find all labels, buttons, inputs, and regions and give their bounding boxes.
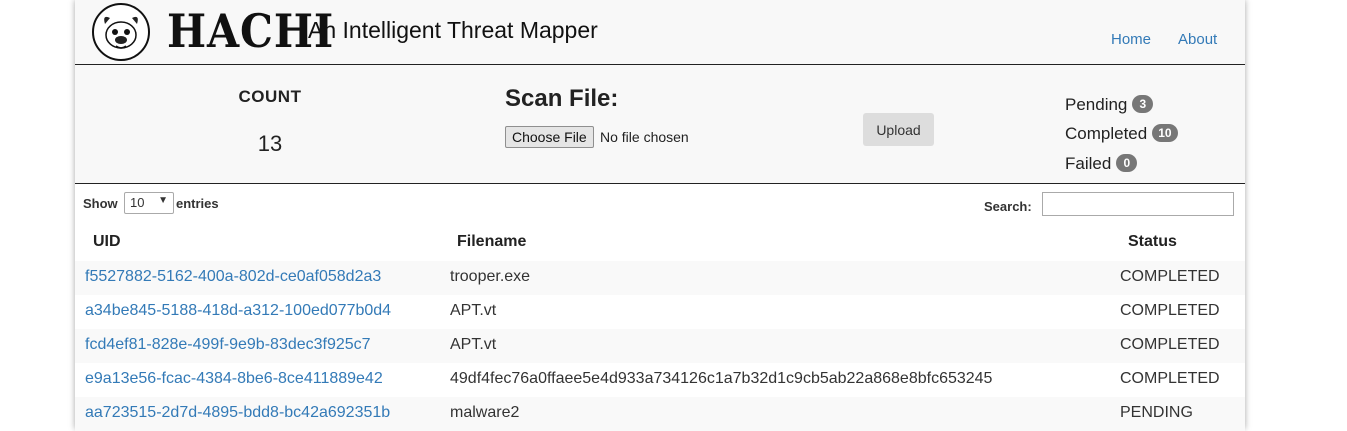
entries-select-value: 10 bbox=[130, 195, 145, 210]
column-header-uid[interactable]: UID bbox=[93, 233, 121, 251]
table-row: a34be845-5188-418d-a312-100ed077b0d4 APT… bbox=[75, 295, 1245, 329]
table-row: aa723515-2d7d-4895-bdd8-bc42a692351b mal… bbox=[75, 397, 1245, 431]
scan-table-body: f5527882-5162-400a-802d-ce0af058d2a3 tro… bbox=[75, 261, 1245, 431]
pending-count-badge: 3 bbox=[1132, 95, 1154, 113]
table-row: fcd4ef81-828e-499f-9e9b-83dec3f925c7 APT… bbox=[75, 329, 1245, 363]
uid-link[interactable]: fcd4ef81-828e-499f-9e9b-83dec3f925c7 bbox=[85, 336, 371, 354]
completed-count-badge: 10 bbox=[1152, 124, 1178, 142]
nav-about-link[interactable]: About bbox=[1178, 31, 1217, 48]
status-cell: COMPLETED bbox=[1120, 370, 1220, 387]
file-status-text: No file chosen bbox=[600, 129, 689, 145]
status-completed-label: Completed bbox=[1065, 124, 1148, 143]
count-value: 13 bbox=[257, 131, 283, 156]
uid-link[interactable]: f5527882-5162-400a-802d-ce0af058d2a3 bbox=[85, 268, 381, 286]
filename-cell: 49df4fec76a0ffaee5e4d933a734126c1a7b32d1… bbox=[450, 370, 993, 387]
table-row: f5527882-5162-400a-802d-ce0af058d2a3 tro… bbox=[75, 261, 1245, 295]
status-cell: COMPLETED bbox=[1120, 336, 1220, 353]
nav-home-link[interactable]: Home bbox=[1111, 31, 1151, 48]
entries-select[interactable]: 10 ▼ bbox=[124, 192, 174, 214]
status-completed: Completed 10 bbox=[1065, 124, 1178, 144]
show-entries-label: Show bbox=[83, 196, 118, 211]
status-cell: COMPLETED bbox=[1120, 302, 1220, 319]
page-container: HACHI An Intelligent Threat Mapper Home … bbox=[75, 0, 1245, 431]
search-input[interactable] bbox=[1042, 192, 1234, 216]
stats-panel: COUNT 13 Scan File: Choose File No file … bbox=[75, 65, 1245, 184]
column-header-filename[interactable]: Filename bbox=[457, 233, 526, 251]
entries-label: entries bbox=[176, 196, 219, 211]
uid-link[interactable]: e9a13e56-fcac-4384-8be6-8ce411889e42 bbox=[85, 370, 383, 388]
choose-file-button[interactable]: Choose File bbox=[505, 126, 594, 148]
table-row: e9a13e56-fcac-4384-8be6-8ce411889e42 49d… bbox=[75, 363, 1245, 397]
status-pending: Pending 3 bbox=[1065, 95, 1154, 115]
filename-cell: trooper.exe bbox=[450, 268, 531, 285]
app-tagline: An Intelligent Threat Mapper bbox=[308, 17, 598, 43]
pug-logo-icon[interactable] bbox=[90, 2, 152, 62]
upload-button[interactable]: Upload bbox=[863, 113, 934, 146]
count-label: COUNT bbox=[238, 87, 302, 106]
filename-cell: malware2 bbox=[450, 404, 520, 421]
status-pending-label: Pending bbox=[1065, 95, 1128, 114]
uid-link[interactable]: aa723515-2d7d-4895-bdd8-bc42a692351b bbox=[85, 404, 390, 422]
status-failed-label: Failed bbox=[1065, 154, 1112, 173]
chevron-down-icon: ▼ bbox=[158, 195, 168, 206]
status-cell: COMPLETED bbox=[1120, 268, 1220, 285]
uid-link[interactable]: a34be845-5188-418d-a312-100ed077b0d4 bbox=[85, 302, 391, 320]
status-failed: Failed 0 bbox=[1065, 154, 1138, 174]
status-cell: PENDING bbox=[1120, 404, 1193, 421]
scan-file-title: Scan File: bbox=[505, 85, 619, 112]
column-header-status[interactable]: Status bbox=[1128, 233, 1177, 251]
filename-cell: APT.vt bbox=[450, 302, 497, 319]
filename-cell: APT.vt bbox=[450, 336, 497, 353]
search-label: Search: bbox=[984, 199, 1032, 214]
failed-count-badge: 0 bbox=[1116, 154, 1138, 172]
navbar: HACHI An Intelligent Threat Mapper Home … bbox=[75, 0, 1245, 65]
